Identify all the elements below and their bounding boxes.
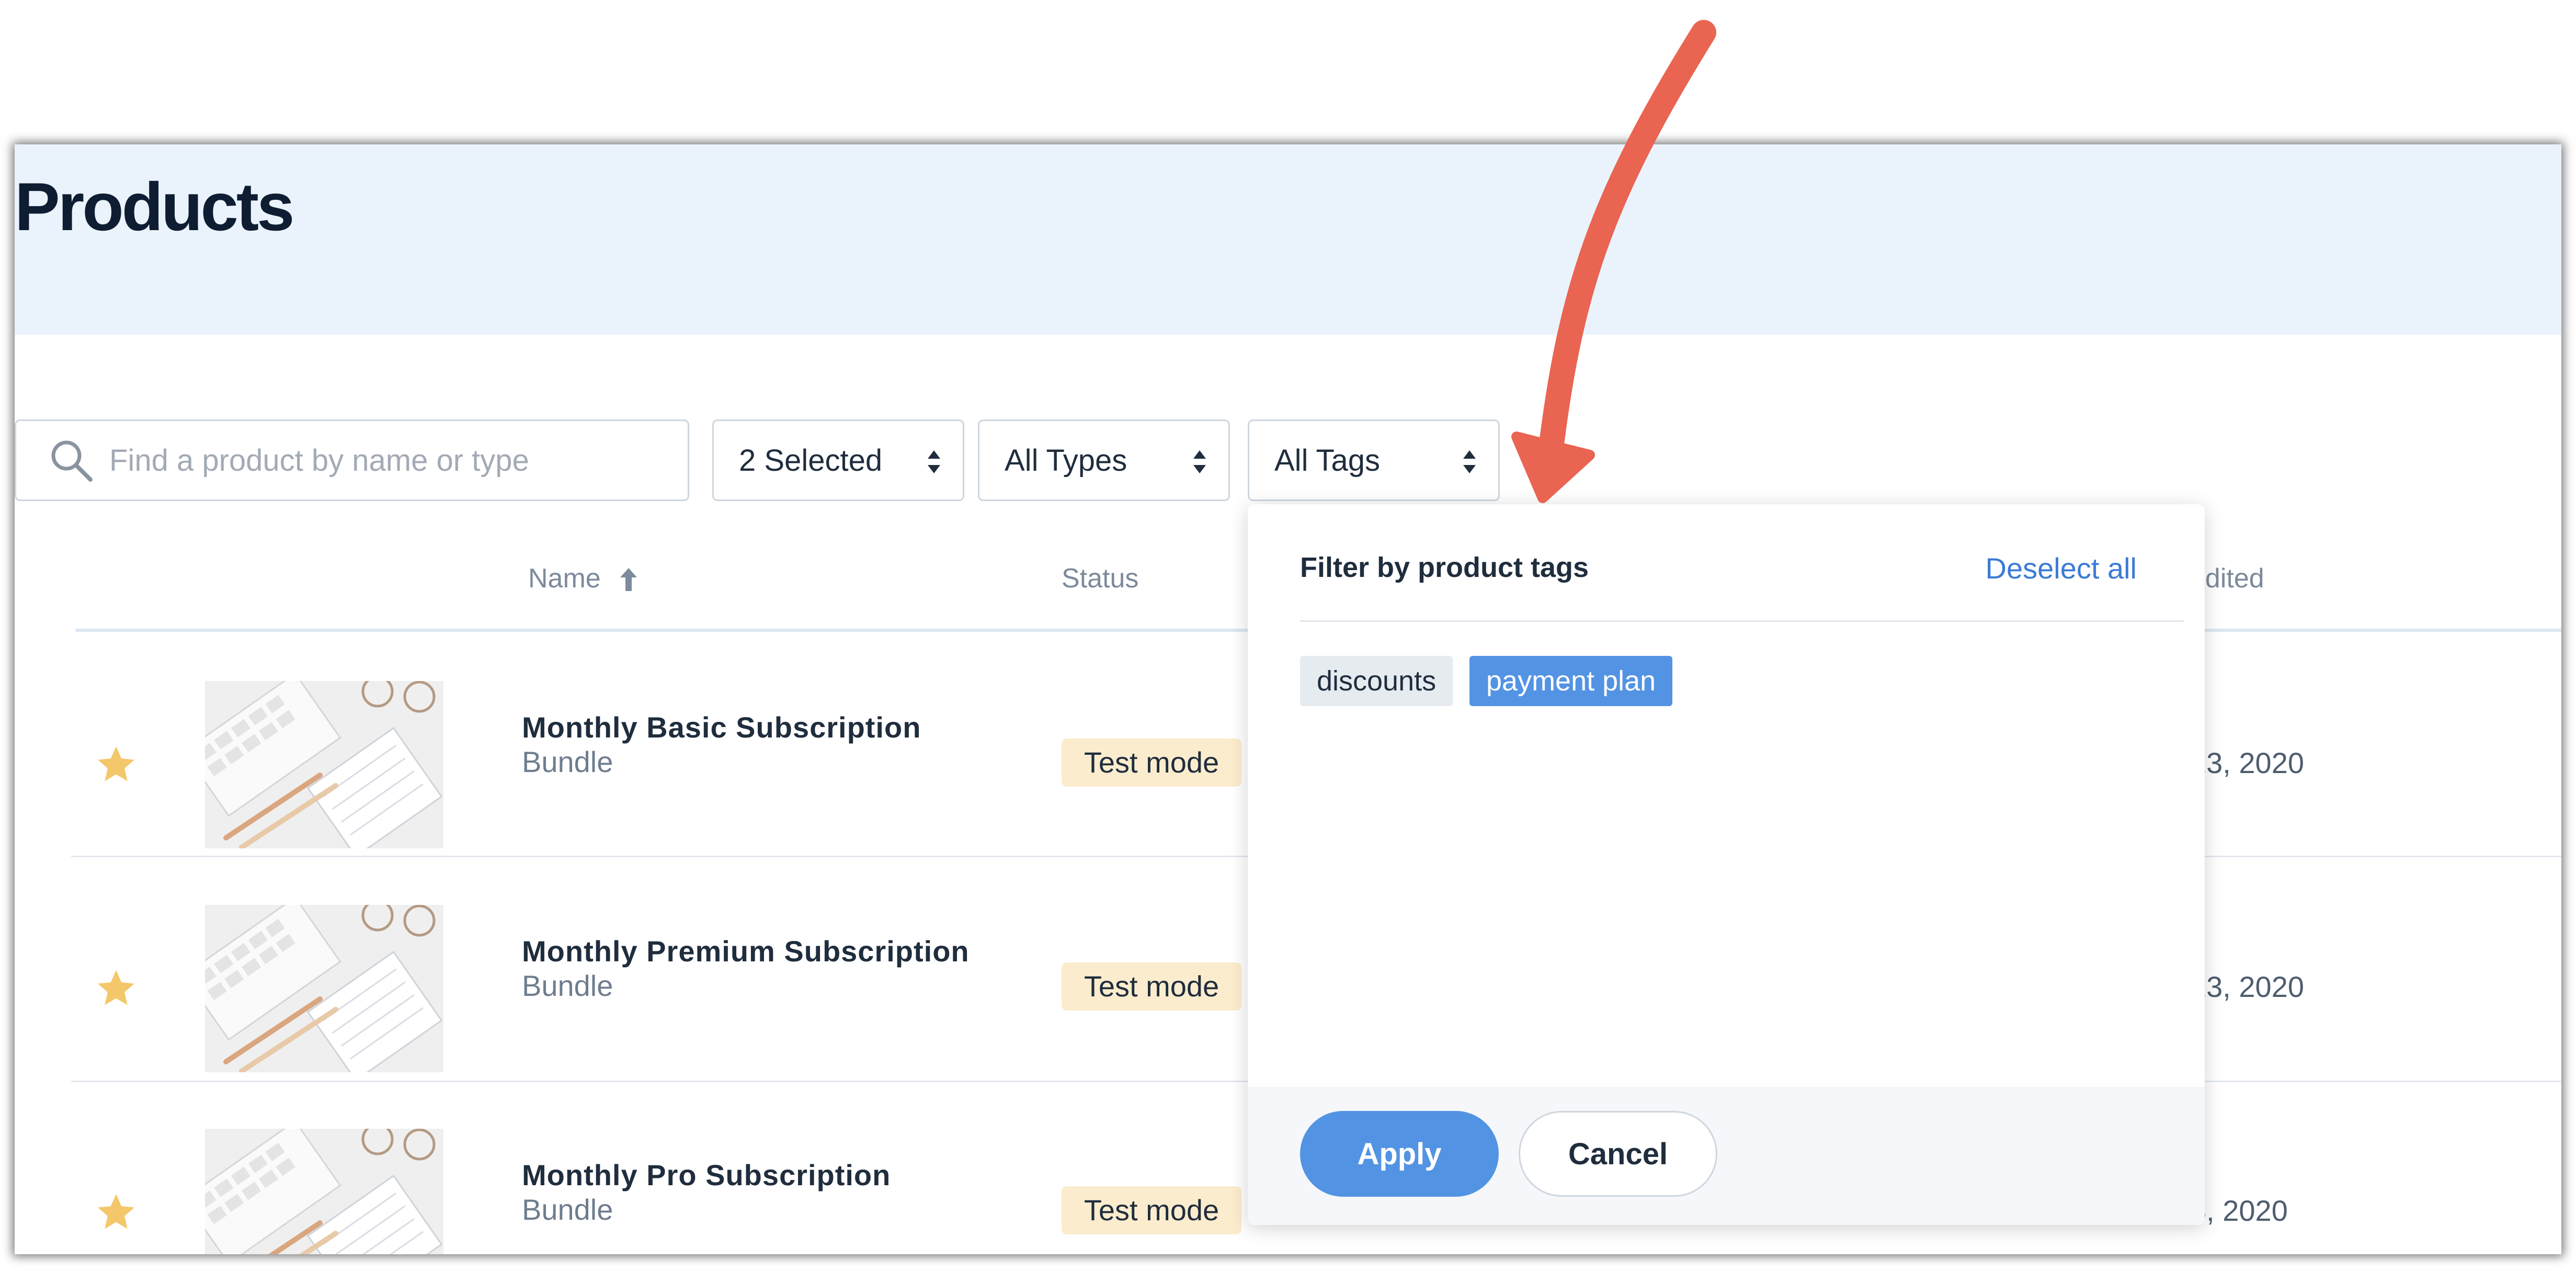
- apply-button[interactable]: Apply: [1300, 1111, 1499, 1197]
- sort-arrows-icon: [928, 450, 940, 473]
- product-name[interactable]: Monthly Pro Subscription: [522, 1158, 891, 1192]
- app-window: Products Find a product by name or type …: [15, 144, 2561, 1254]
- status-badge: Test mode: [1062, 739, 1241, 787]
- popover-footer: Apply Cancel: [1248, 1087, 2205, 1225]
- column-header-status[interactable]: Status: [1062, 563, 1138, 594]
- column-header-name-label: Name: [528, 563, 601, 594]
- type-filter-select[interactable]: All Types: [978, 419, 1230, 501]
- product-type: Bundle: [522, 745, 613, 778]
- product-thumbnail: [205, 905, 443, 1072]
- tag-filter-title: Filter by product tags: [1300, 552, 1589, 583]
- cancel-button[interactable]: Cancel: [1519, 1111, 1717, 1197]
- product-thumbnail: [205, 1129, 443, 1254]
- status-badge: Test mode: [1062, 962, 1241, 1011]
- page-header: Products: [15, 144, 2561, 335]
- tag-filter-popover: Filter by product tags Deselect all disc…: [1248, 504, 2205, 1225]
- product-name[interactable]: Monthly Basic Subscription: [522, 710, 921, 744]
- status-filter-select[interactable]: 2 Selected: [712, 419, 964, 501]
- status-badge: Test mode: [1062, 1186, 1241, 1234]
- search-icon: [51, 440, 93, 482]
- product-name[interactable]: Monthly Premium Subscription: [522, 934, 970, 968]
- star-icon[interactable]: [94, 743, 138, 787]
- sort-arrows-icon: [1463, 450, 1476, 473]
- sort-ascending-icon: [620, 568, 637, 591]
- tags-filter-value: All Tags: [1274, 444, 1381, 478]
- tag-option-discounts[interactable]: discounts: [1300, 656, 1453, 706]
- deselect-all-link[interactable]: Deselect all: [1986, 551, 2137, 585]
- product-thumbnail: [205, 681, 443, 848]
- search-input[interactable]: Find a product by name or type: [15, 419, 689, 501]
- star-icon[interactable]: [94, 1190, 138, 1234]
- tags-filter-select[interactable]: All Tags: [1248, 419, 1500, 501]
- search-placeholder: Find a product by name or type: [109, 444, 529, 478]
- product-type: Bundle: [522, 1193, 613, 1226]
- star-icon[interactable]: [94, 967, 138, 1011]
- popover-divider: [1300, 620, 2184, 622]
- last-edited-date: 23, 2020: [2190, 970, 2304, 1003]
- product-type: Bundle: [522, 969, 613, 1002]
- last-edited-date: 23, 2020: [2190, 746, 2304, 779]
- sort-arrows-icon: [1193, 450, 1206, 473]
- tag-option-payment-plan[interactable]: payment plan: [1469, 656, 1673, 706]
- page-title: Products: [15, 168, 294, 245]
- column-header-name[interactable]: Name: [528, 563, 637, 594]
- status-filter-value: 2 Selected: [739, 444, 883, 478]
- type-filter-value: All Types: [1005, 444, 1127, 478]
- last-edited-date: 8, 2020: [2190, 1194, 2288, 1227]
